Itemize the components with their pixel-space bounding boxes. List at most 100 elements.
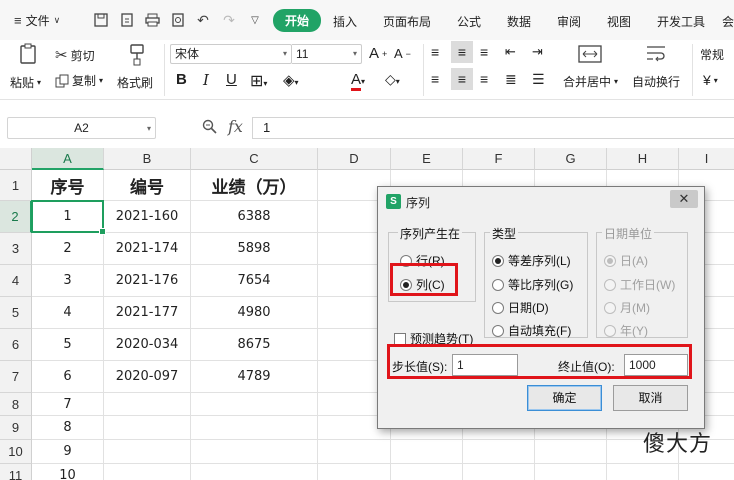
indent-increase-icon[interactable]: ⇥	[532, 44, 543, 60]
cell-c10[interactable]	[191, 440, 318, 464]
border-icon[interactable]: ⊞▾	[250, 71, 267, 91]
cell-b6[interactable]: 2020-034	[104, 329, 191, 361]
cell-a6[interactable]: 5	[32, 329, 104, 361]
justify-icon[interactable]: ≣	[505, 71, 517, 88]
distribute-icon[interactable]: ☰	[532, 71, 545, 88]
cell-c8[interactable]	[191, 393, 318, 416]
underline-icon[interactable]: U	[226, 71, 237, 88]
customize-dropdown-icon[interactable]: ▽	[246, 11, 264, 29]
cell-a3[interactable]: 2	[32, 233, 104, 265]
cell-g11[interactable]	[535, 464, 607, 480]
radio-day[interactable]: 日(A)	[604, 252, 648, 269]
cell-c6[interactable]: 8675	[191, 329, 318, 361]
cell-d11[interactable]	[318, 464, 391, 480]
formula-input[interactable]: 1	[252, 117, 734, 139]
select-all-corner[interactable]	[0, 148, 32, 170]
fill-color-icon[interactable]: ◈▾	[283, 71, 299, 89]
stop-value-input[interactable]: 1000	[624, 354, 688, 376]
align-middle-icon[interactable]: ≡	[451, 41, 473, 63]
row-header-4[interactable]: 4	[0, 265, 32, 297]
cell-a2[interactable]: 1	[32, 201, 104, 233]
trend-checkbox[interactable]: 预测趋势(T)	[394, 330, 473, 347]
copy-button[interactable]: 复制 ▾	[55, 72, 103, 89]
tab-home[interactable]: 开始	[273, 9, 322, 32]
file-menu[interactable]: ≡ 文件 ∨	[14, 12, 60, 29]
column-header-g[interactable]: G	[535, 148, 607, 170]
italic-icon[interactable]: I	[203, 71, 209, 89]
radio-year[interactable]: 年(Y)	[604, 322, 648, 339]
column-header-h[interactable]: H	[607, 148, 679, 170]
align-left-icon[interactable]: ≡	[431, 71, 439, 87]
cell-a11[interactable]: 10	[32, 464, 104, 480]
cell-g10[interactable]	[535, 440, 607, 464]
cell-b8[interactable]	[104, 393, 191, 416]
format-painter-button[interactable]: 格式刷	[117, 74, 153, 91]
tab-review[interactable]: 审阅	[557, 13, 581, 30]
clear-icon[interactable]: ◇▾	[385, 71, 400, 88]
column-header-f[interactable]: F	[463, 148, 535, 170]
tab-page-layout[interactable]: 页面布局	[383, 13, 431, 30]
tab-view[interactable]: 视图	[607, 13, 631, 30]
font-color-icon[interactable]: A▾	[351, 71, 365, 91]
font-name-select[interactable]: 宋体 ▾	[170, 44, 292, 64]
tab-insert[interactable]: 插入	[333, 13, 357, 30]
cut-button[interactable]: ✂ 剪切	[55, 46, 95, 64]
cell-a9[interactable]: 8	[32, 416, 104, 440]
cell-b2[interactable]: 2021-160	[104, 201, 191, 233]
radio-date[interactable]: 日期(D)	[492, 299, 549, 316]
cell-c11[interactable]	[191, 464, 318, 480]
align-center-icon[interactable]: ≡	[451, 68, 473, 90]
cell-c2[interactable]: 6388	[191, 201, 318, 233]
row-header-8[interactable]: 8	[0, 393, 32, 416]
print-preview-icon[interactable]	[169, 11, 187, 29]
export-pdf-icon[interactable]	[118, 11, 136, 29]
increase-font-icon[interactable]: A +	[369, 45, 387, 62]
row-header-5[interactable]: 5	[0, 297, 32, 329]
save-icon[interactable]	[92, 11, 110, 29]
cell-c9[interactable]	[191, 416, 318, 440]
cell-b4[interactable]: 2021-176	[104, 265, 191, 297]
radio-column[interactable]: 列(C)	[400, 276, 445, 293]
cancel-button[interactable]: 取消	[613, 385, 688, 411]
row-header-11[interactable]: 11	[0, 464, 32, 480]
print-icon[interactable]	[143, 11, 161, 29]
cell-a1[interactable]: 序号	[32, 170, 104, 201]
radio-autofill[interactable]: 自动填充(F)	[492, 322, 571, 339]
cell-f10[interactable]	[463, 440, 535, 464]
cell-c4[interactable]: 7654	[191, 265, 318, 297]
radio-linear[interactable]: 等差序列(L)	[492, 252, 571, 269]
tab-member[interactable]: 会	[722, 13, 734, 30]
row-header-7[interactable]: 7	[0, 361, 32, 393]
redo-icon[interactable]: ↷	[220, 11, 238, 29]
name-box[interactable]: A2 ▾	[7, 117, 156, 139]
step-value-input[interactable]: 1	[452, 354, 518, 376]
cell-b10[interactable]	[104, 440, 191, 464]
row-header-9[interactable]: 9	[0, 416, 32, 440]
zoom-formula-icon[interactable]	[202, 119, 217, 137]
indent-decrease-icon[interactable]: ⇤	[505, 44, 516, 60]
cell-b1[interactable]: 编号	[104, 170, 191, 201]
column-header-b[interactable]: B	[104, 148, 191, 170]
dialog-title-bar[interactable]: S 序列 ✕	[378, 187, 704, 215]
cell-a7[interactable]: 6	[32, 361, 104, 393]
radio-month[interactable]: 月(M)	[604, 299, 650, 316]
insert-function-icon[interactable]: fx	[228, 117, 243, 136]
wrap-text-button[interactable]: 自动换行	[632, 73, 680, 90]
format-painter-icon[interactable]	[127, 43, 147, 67]
row-header-1[interactable]: 1	[0, 170, 32, 201]
cell-e11[interactable]	[391, 464, 463, 480]
cell-c7[interactable]: 4789	[191, 361, 318, 393]
column-header-e[interactable]: E	[391, 148, 463, 170]
cell-c1[interactable]: 业绩（万）	[191, 170, 318, 201]
align-right-icon[interactable]: ≡	[480, 71, 488, 87]
align-top-icon[interactable]: ≡	[431, 44, 439, 60]
cell-h11[interactable]	[607, 464, 679, 480]
number-format-select[interactable]: 常规	[700, 46, 724, 63]
tab-formulas[interactable]: 公式	[457, 13, 481, 30]
column-header-d[interactable]: D	[318, 148, 391, 170]
wrap-text-icon[interactable]	[645, 44, 667, 64]
cell-b9[interactable]	[104, 416, 191, 440]
row-header-3[interactable]: 3	[0, 233, 32, 265]
merge-center-button[interactable]: 合并居中 ▾	[563, 73, 618, 90]
radio-weekday[interactable]: 工作日(W)	[604, 276, 675, 293]
